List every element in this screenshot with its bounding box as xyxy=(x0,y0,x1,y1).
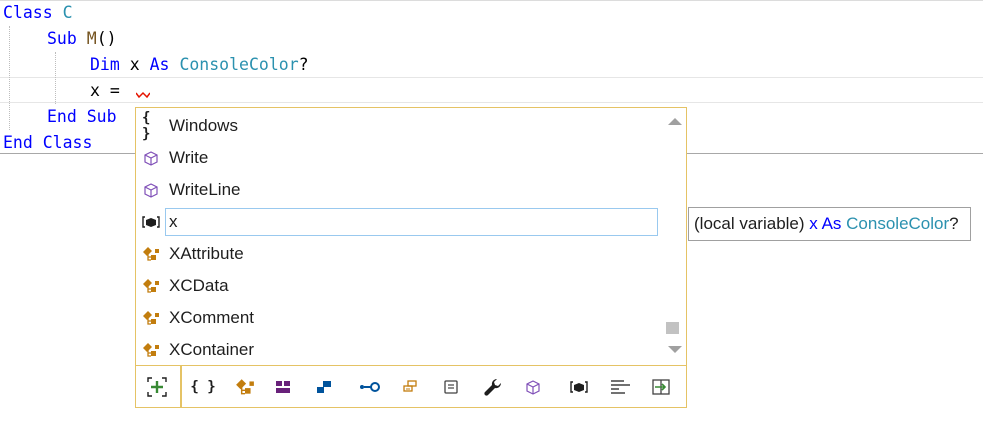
class-icon xyxy=(142,278,160,294)
type-name: ConsoleColor xyxy=(179,55,299,74)
list-item-selected[interactable]: x xyxy=(136,206,660,238)
completion-list[interactable]: { } Windows Write WriteLine x XAttribute… xyxy=(136,108,660,364)
indent-guide xyxy=(55,52,56,104)
namespace-icon: { } xyxy=(142,110,151,142)
list-item[interactable]: WriteLine xyxy=(136,174,660,206)
delegate-filter-button[interactable] xyxy=(397,374,423,400)
list-item-label: XComment xyxy=(169,308,255,327)
class-filter-icon xyxy=(236,379,254,395)
keyword-dim: Dim xyxy=(90,55,120,74)
interface-filter-icon xyxy=(360,382,380,392)
list-item-label: x xyxy=(169,212,178,231)
scroll-up-icon[interactable] xyxy=(668,118,682,125)
structure-filter-button[interactable] xyxy=(311,374,337,400)
error-squiggle-icon xyxy=(136,91,150,99)
list-item[interactable]: { } Windows xyxy=(136,110,660,142)
tooltip-suffix: ? xyxy=(949,214,959,233)
list-item-label: XCData xyxy=(169,276,229,295)
extension-method-filter-icon xyxy=(484,378,502,396)
variable-name: x xyxy=(129,55,140,74)
method-filter-button[interactable] xyxy=(520,374,546,400)
expander-icon xyxy=(147,377,167,397)
class-icon xyxy=(142,310,160,326)
class-icon xyxy=(142,342,160,358)
expander-button[interactable] xyxy=(144,374,170,400)
list-item-label: XContainer xyxy=(169,340,255,359)
list-item[interactable]: XAttribute xyxy=(136,238,660,270)
list-item-label: XAttribute xyxy=(169,244,244,263)
list-item-label: WriteLine xyxy=(169,180,241,199)
local-variable-filter-button[interactable] xyxy=(566,374,592,400)
list-item[interactable]: XContainer xyxy=(136,334,660,366)
list-item-label: Write xyxy=(169,148,209,167)
list-item-label: Windows xyxy=(169,116,238,135)
extension-method-filter-button[interactable] xyxy=(480,374,506,400)
keyword-as: As xyxy=(149,55,170,74)
indent-guide xyxy=(9,26,10,130)
local-variable-icon xyxy=(142,214,160,230)
namespace-filter-button[interactable]: { } xyxy=(190,374,216,400)
filter-toolbar: { } xyxy=(136,365,686,408)
intellisense-popup: { } Windows Write WriteLine x XAttribute… xyxy=(135,107,687,408)
list-item[interactable]: XComment xyxy=(136,302,660,334)
snippet-filter-button[interactable] xyxy=(649,374,675,400)
code-line-1: Class C xyxy=(3,0,73,26)
keyword-class: Class xyxy=(3,3,53,22)
enum-filter-button[interactable] xyxy=(438,374,464,400)
scroll-down-icon[interactable] xyxy=(668,346,682,353)
filter-separator xyxy=(180,366,182,408)
code-line-5: End Sub xyxy=(47,107,117,126)
list-item[interactable]: Write xyxy=(136,142,660,174)
module-filter-button[interactable] xyxy=(270,374,296,400)
assignment-text: x = xyxy=(90,81,120,100)
structure-filter-icon xyxy=(317,381,331,393)
enum-filter-icon xyxy=(444,380,458,394)
tooltip-variable: x xyxy=(809,214,818,233)
class-filter-button[interactable] xyxy=(232,374,258,400)
local-variable-filter-icon xyxy=(570,381,588,393)
interface-filter-button[interactable] xyxy=(356,374,382,400)
parens: () xyxy=(96,29,117,48)
keyword-sub: Sub xyxy=(47,29,77,48)
selection-highlight xyxy=(165,208,658,236)
method-icon xyxy=(142,182,160,198)
quick-info-tooltip: (local variable) x As ConsoleColor? xyxy=(688,207,971,241)
method-name: M xyxy=(86,29,97,48)
module-filter-icon xyxy=(276,381,290,393)
vertical-scrollbar[interactable] xyxy=(661,108,686,364)
snippet-filter-icon xyxy=(652,379,670,395)
nullable-suffix: ? xyxy=(298,55,309,74)
current-line-highlight xyxy=(0,77,983,103)
list-item[interactable]: XCData xyxy=(136,270,660,302)
keyword-filter-icon xyxy=(611,380,630,394)
scroll-thumb[interactable] xyxy=(666,322,679,334)
class-name: C xyxy=(62,3,73,22)
method-icon xyxy=(142,150,160,166)
code-line-3: Dim x As ConsoleColor? xyxy=(90,52,309,78)
tooltip-keyword-as: As xyxy=(821,214,842,233)
class-icon xyxy=(142,246,160,262)
keyword-filter-button[interactable] xyxy=(608,374,634,400)
delegate-filter-icon xyxy=(403,380,417,392)
tooltip-type: ConsoleColor xyxy=(846,214,950,233)
code-line-4: x = xyxy=(90,78,120,104)
method-filter-icon xyxy=(526,379,540,395)
tooltip-prefix: (local variable) xyxy=(694,214,805,233)
code-line-2: Sub M() xyxy=(47,26,117,52)
